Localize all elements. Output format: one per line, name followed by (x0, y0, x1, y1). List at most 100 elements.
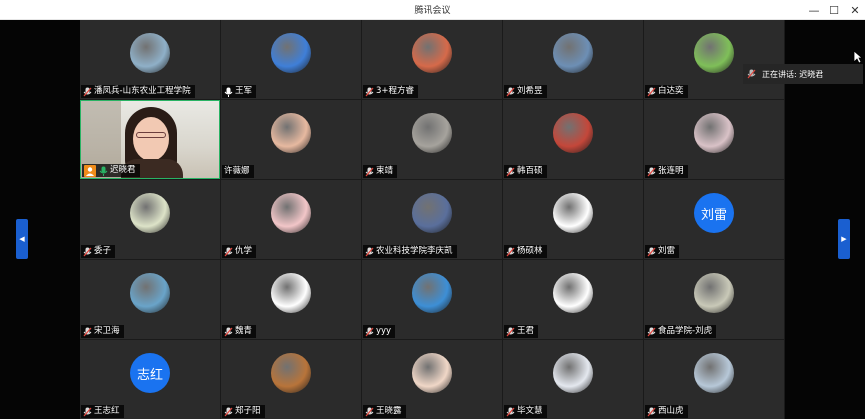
title-bar: 腾讯会议 — ☐ ✕ (0, 0, 865, 20)
participant-name: 王志红 (94, 406, 120, 416)
participant-name-bar: 韩百硕 (504, 165, 547, 178)
mic-muted-icon (506, 407, 515, 417)
speaking-label: 正在讲话: 迟晓君 (762, 69, 824, 79)
participant-name: 许薇娜 (224, 166, 250, 176)
participant-tile[interactable]: yyy (362, 260, 502, 339)
participant-name-bar: 魏青 (222, 325, 257, 338)
mic-muted-icon (224, 247, 233, 257)
next-page-button[interactable]: ▶ (838, 219, 850, 259)
participant-avatar: 志红 (130, 353, 170, 393)
speaker-mic-icon (747, 69, 756, 79)
participant-avatar (553, 193, 593, 233)
participant-avatar (694, 353, 734, 393)
participant-avatar (130, 33, 170, 73)
participant-name-bar: 杨硕林 (504, 245, 547, 258)
participant-name-bar: 仇学 (222, 245, 257, 258)
mic-muted-icon (83, 87, 92, 97)
participant-tile[interactable]: 韩百硕 (503, 100, 643, 179)
participant-tile[interactable]: 杨硕林 (503, 180, 643, 259)
participant-name: 韩百硕 (517, 166, 543, 176)
participant-tile[interactable]: 魏青 (221, 260, 361, 339)
participant-name: 迟晓君 (110, 165, 136, 175)
mic-muted-icon (506, 247, 515, 257)
participant-avatar (130, 273, 170, 313)
participant-name: 刘雷 (658, 246, 676, 256)
participant-tile[interactable]: 刘希昱 (503, 20, 643, 99)
speaking-indicator: 正在讲话: 迟晓君 (743, 64, 863, 84)
participant-avatar (271, 113, 311, 153)
participant-tile[interactable]: 许薇娜 (221, 100, 361, 179)
participant-name-bar: 迟晓君 (82, 164, 140, 177)
participant-name: 王军 (235, 86, 253, 96)
participant-tile[interactable]: 束靖 (362, 100, 502, 179)
mic-muted-icon (506, 167, 515, 177)
previous-page-button[interactable]: ◀ (16, 219, 28, 259)
participant-name-bar: 农业科技学院李庆凯 (363, 245, 457, 258)
participant-name-bar: 张连明 (645, 165, 688, 178)
participant-name-bar: 郑子阳 (222, 405, 265, 418)
participant-tile[interactable]: 王君 (503, 260, 643, 339)
participant-avatar (271, 353, 311, 393)
participant-tile[interactable]: 仇学 (221, 180, 361, 259)
participant-tile[interactable]: 宋卫海 (80, 260, 220, 339)
participant-name: 西山虎 (658, 406, 684, 416)
mic-icon (224, 87, 233, 97)
participant-avatar (412, 113, 452, 153)
participant-name-bar: 食品学院-刘虎 (645, 325, 717, 338)
participant-tile[interactable]: 王军 (221, 20, 361, 99)
participant-name: 委子 (94, 246, 112, 256)
participant-name-bar: 宋卫海 (81, 325, 124, 338)
participant-name-bar: 白达奕 (645, 85, 688, 98)
participant-tile[interactable]: 食品学院-刘虎 (644, 260, 784, 339)
mic-muted-icon (647, 247, 656, 257)
participant-tile[interactable]: 白达奕 (644, 20, 784, 99)
mic-muted-icon (83, 407, 92, 417)
participant-tile[interactable]: 3+程方睿 (362, 20, 502, 99)
participant-name-bar: 王军 (222, 85, 257, 98)
mic-muted-icon (365, 167, 374, 177)
participant-name-bar: 西山虎 (645, 405, 688, 418)
mic-muted-icon (365, 247, 374, 257)
mic-muted-icon (647, 87, 656, 97)
mic-muted-icon (83, 247, 92, 257)
participant-name-bar: yyy (363, 325, 396, 338)
participant-tile[interactable]: 西山虎 (644, 340, 784, 419)
participant-tile[interactable]: 毕文慧 (503, 340, 643, 419)
participant-avatar (553, 273, 593, 313)
participant-name: 3+程方睿 (376, 86, 415, 96)
participant-name: 潘凤兵-山东农业工程学院 (94, 86, 191, 96)
mic-muted-icon (83, 327, 92, 337)
mic-icon (99, 166, 108, 176)
participant-tile[interactable]: 农业科技学院李庆凯 (362, 180, 502, 259)
participant-avatar (271, 33, 311, 73)
participant-name: 农业科技学院李庆凯 (376, 246, 453, 256)
participant-name-bar: 刘希昱 (504, 85, 547, 98)
participant-tile[interactable]: 志红王志红 (80, 340, 220, 419)
participant-tile[interactable]: 刘雷 刘雷 (644, 180, 784, 259)
participant-tile[interactable]: 张连明 (644, 100, 784, 179)
mic-muted-icon (365, 407, 374, 417)
participant-name-bar: 许薇娜 (222, 165, 254, 178)
participant-avatar (553, 113, 593, 153)
window-title: 腾讯会议 (414, 6, 451, 16)
participant-tile[interactable]: 潘凤兵-山东农业工程学院 (80, 20, 220, 99)
mic-muted-icon (506, 327, 515, 337)
participant-grid: 潘凤兵-山东农业工程学院 王军 3+程方睿 刘希昱 白达奕迟晓君 许薇娜 束靖 韩百硕 张连明委… (80, 20, 785, 419)
participant-avatar (271, 193, 311, 233)
mic-muted-icon (647, 327, 656, 337)
participant-name: 毕文慧 (517, 406, 543, 416)
participant-tile[interactable]: 郑子阳 (221, 340, 361, 419)
participant-tile[interactable]: 委子 (80, 180, 220, 259)
participant-name: 束靖 (376, 166, 394, 176)
participant-name-bar: 束靖 (363, 165, 398, 178)
close-button[interactable]: ✕ (843, 0, 865, 20)
participant-avatar (412, 273, 452, 313)
participant-tile[interactable]: 王晓露 (362, 340, 502, 419)
participant-name-bar: 3+程方睿 (363, 85, 419, 98)
participant-avatar (694, 33, 734, 73)
mic-muted-icon (224, 407, 233, 417)
participant-name: 仇学 (235, 246, 253, 256)
participant-avatar (271, 273, 311, 313)
mic-muted-icon (647, 407, 656, 417)
participant-tile[interactable]: 迟晓君 (80, 100, 220, 179)
